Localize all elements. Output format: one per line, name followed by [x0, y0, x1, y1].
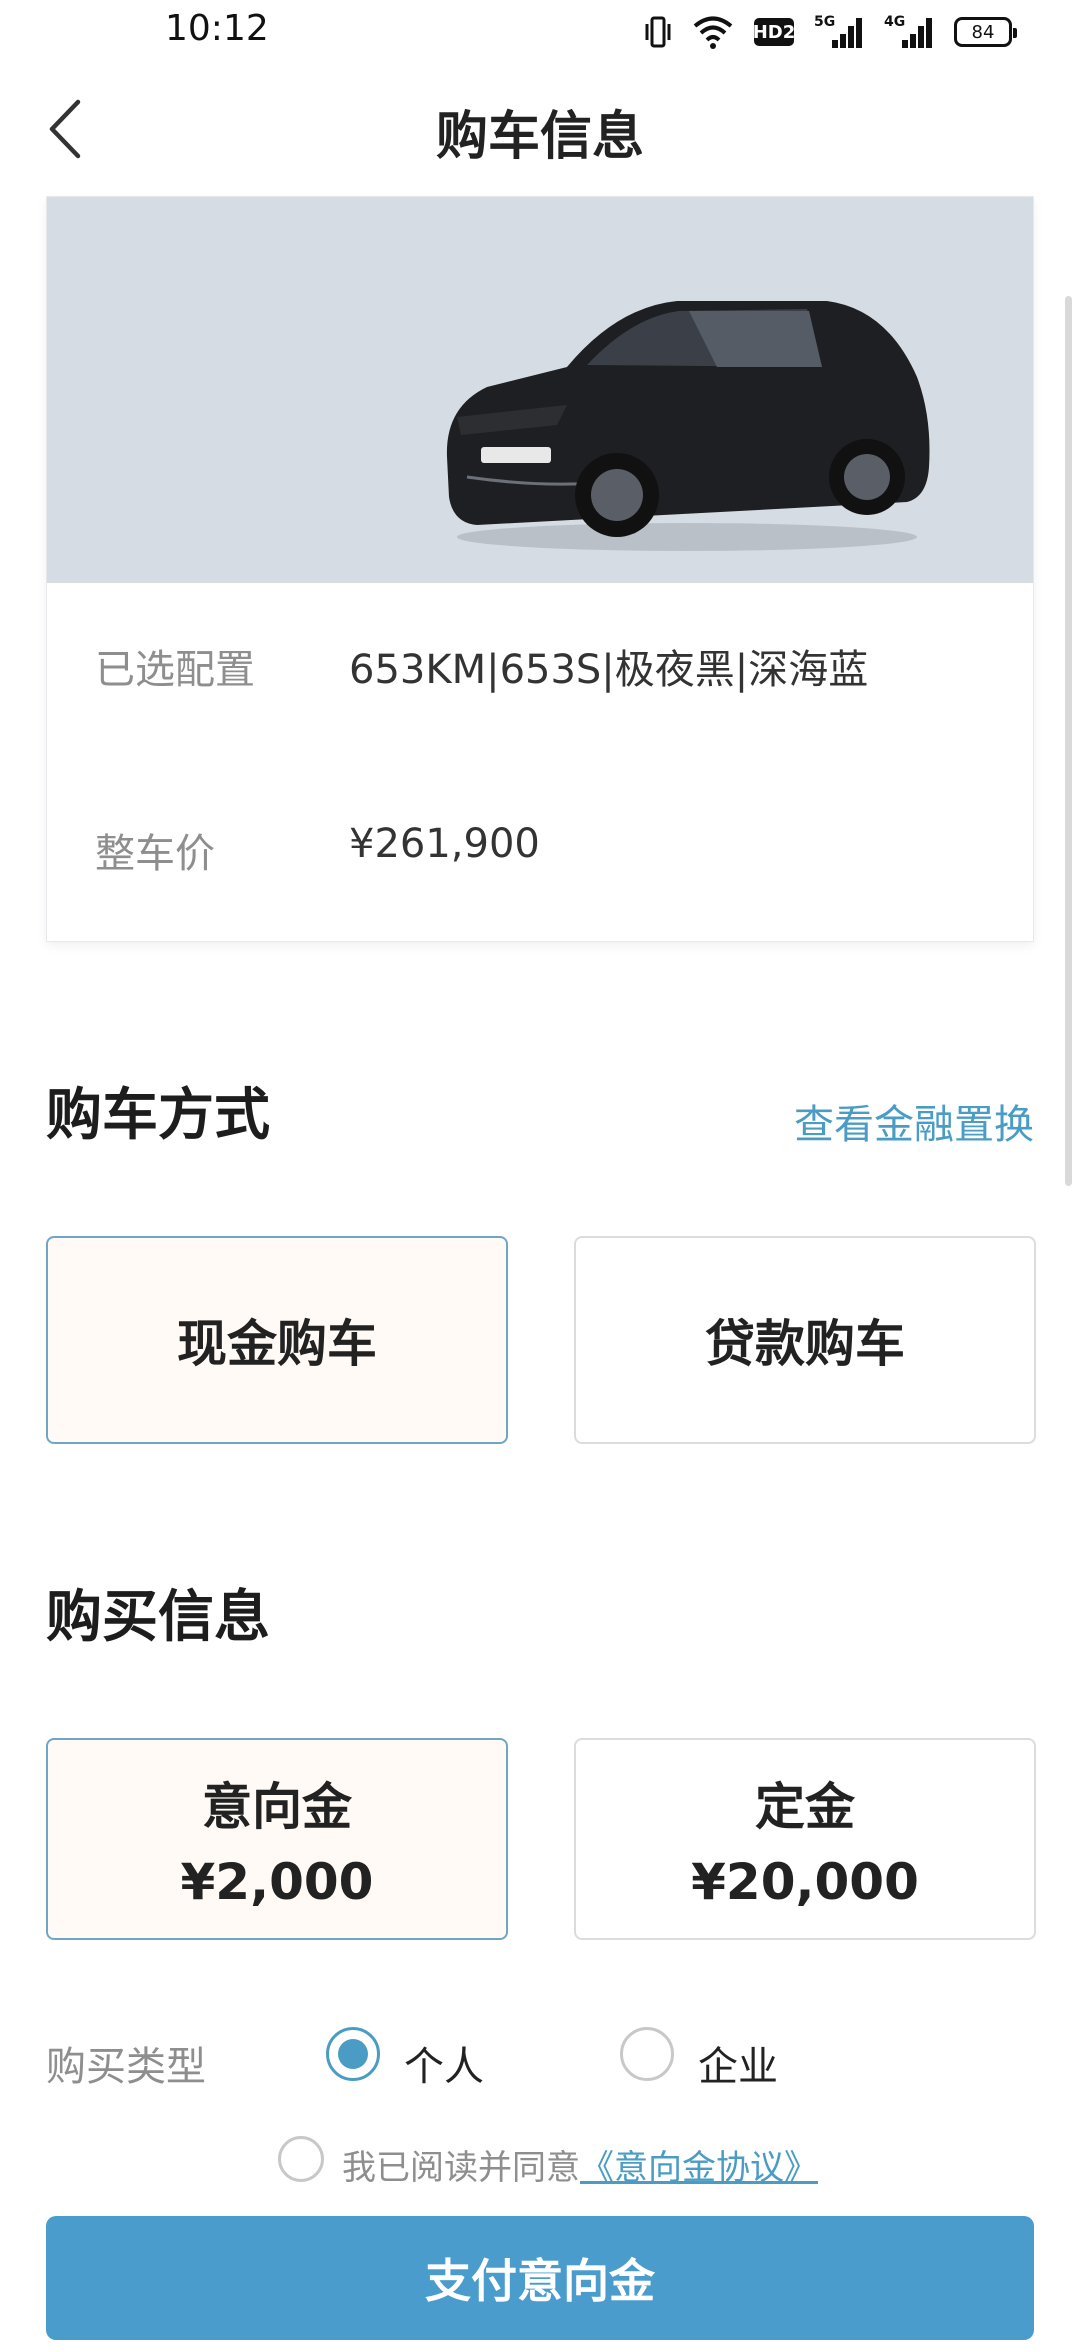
price-value: ¥261,900: [349, 821, 540, 867]
deposit-amount: ¥20,000: [691, 1853, 919, 1911]
signal-5g-icon: 5G: [814, 14, 864, 50]
hd-icon: HD2: [753, 18, 795, 46]
car-image: [47, 197, 1033, 583]
intent-money-option[interactable]: 意向金 ¥2,000: [46, 1738, 508, 1940]
page-title: 购车信息: [435, 107, 644, 167]
agreement-text: 我已阅读并同意《意向金协议》: [342, 2140, 818, 2189]
agreement-link[interactable]: 《意向金协议》: [580, 2148, 818, 2188]
cash-purchase-label: 现金购车: [177, 1315, 377, 1373]
purchase-method-title: 购车方式: [46, 1083, 270, 1148]
car-info-card: 已选配置 653KM|653S|极夜黑|深海蓝 整车价 ¥261,900: [46, 196, 1034, 942]
pay-intent-money-button[interactable]: 支付意向金: [46, 2216, 1034, 2340]
company-radio-label[interactable]: 企业: [698, 2034, 778, 2092]
status-bar: 10:12 HD2 5G 4G 84: [0, 0, 1080, 64]
loan-purchase-label: 贷款购车: [705, 1315, 905, 1373]
cash-purchase-option[interactable]: 现金购车: [46, 1236, 508, 1444]
deposit-label: 定金: [755, 1778, 855, 1836]
agreement-checkbox[interactable]: [278, 2136, 324, 2182]
intent-money-label: 意向金: [202, 1778, 352, 1836]
signal-4g-icon: 4G: [884, 14, 934, 50]
status-icons: HD2 5G 4G 84: [644, 12, 1017, 52]
loan-purchase-option[interactable]: 贷款购车: [574, 1236, 1036, 1444]
config-value: 653KM|653S|极夜黑|深海蓝: [349, 647, 869, 693]
price-label: 整车价: [95, 831, 215, 877]
status-time: 10:12: [165, 8, 269, 49]
personal-radio[interactable]: [326, 2027, 380, 2081]
purchase-info-title: 购买信息: [46, 1585, 270, 1650]
deposit-option[interactable]: 定金 ¥20,000: [574, 1738, 1036, 1940]
car-illustration: [446, 301, 930, 551]
scrollbar[interactable]: [1065, 296, 1072, 1186]
agreement-prefix: 我已阅读并同意: [342, 2148, 580, 2188]
finance-trade-in-link[interactable]: 查看金融置换: [794, 1092, 1034, 1150]
personal-radio-label[interactable]: 个人: [404, 2034, 484, 2092]
purchase-type-label: 购买类型: [46, 2044, 206, 2090]
battery-icon: 84: [954, 17, 1017, 47]
header: 购车信息: [0, 64, 1080, 194]
wifi-icon: [692, 14, 734, 50]
intent-money-amount: ¥2,000: [180, 1853, 374, 1911]
vibrate-icon: [644, 14, 672, 50]
company-radio[interactable]: [620, 2027, 674, 2081]
config-label: 已选配置: [95, 647, 255, 693]
